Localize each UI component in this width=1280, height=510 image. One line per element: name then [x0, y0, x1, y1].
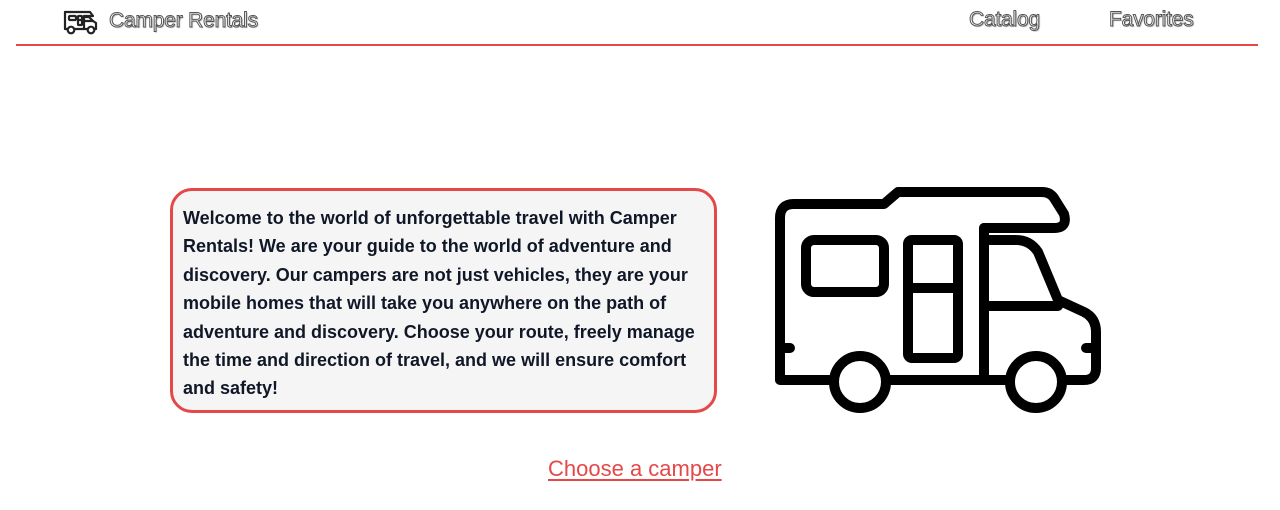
site-header: Camper Rentals Catalog Favorites	[16, 0, 1258, 46]
camper-van-icon	[62, 6, 102, 36]
logo-link[interactable]: Camper Rentals	[62, 6, 259, 36]
intro-box: Welcome to the world of unforgettable tr…	[170, 188, 717, 413]
intro-text: Welcome to the world of unforgettable tr…	[183, 208, 695, 399]
brand-name: Camper Rentals	[109, 9, 259, 33]
camper-van-icon	[772, 184, 1106, 416]
nav-catalog-link[interactable]: Catalog	[969, 8, 1041, 32]
choose-camper-link[interactable]: Choose a camper	[548, 456, 722, 482]
nav-favorites-link[interactable]: Favorites	[1109, 8, 1195, 32]
